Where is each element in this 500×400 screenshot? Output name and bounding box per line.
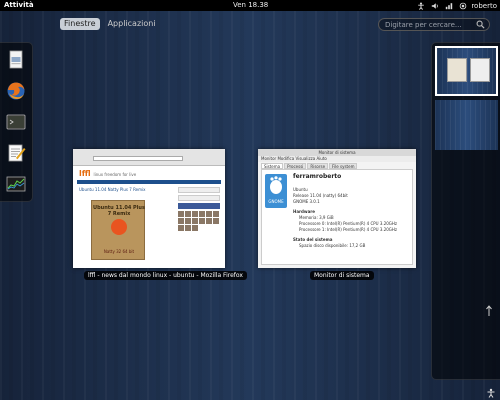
sm-hostname: ferramroberto [293,173,342,180]
user-icon[interactable] [459,2,467,10]
search-icon [476,20,485,29]
firefox-icon [7,82,25,100]
sm-line: GNOME 3.0.1 [293,199,320,204]
gnome-logo-label: GNOME [268,199,284,204]
dash-item-text-editor[interactable] [5,142,27,164]
dash-item-system-monitor[interactable] [5,173,27,195]
tab-windows[interactable]: Finestre [60,18,100,30]
username-label[interactable]: roberto [471,2,497,10]
post-title: Ubuntu 11.04 Natty Plus 7 Remix [79,187,146,192]
window-system-monitor[interactable]: Monitor di sistema Monitor Modifica Visu… [258,149,416,268]
poster-title: Ubuntu 11.04 Plus 7 Remix [93,205,145,217]
post-image: Ubuntu 11.04 Plus 7 Remix Natty 32 64 bi… [91,200,145,260]
network-icon[interactable] [445,2,453,10]
sm-menubar: Monitor Modifica Visualizza Aiuto [258,156,416,162]
search-placeholder: Digitare per cercare... [385,20,462,29]
message-tray-icon[interactable] [486,388,496,398]
window-caption-firefox[interactable]: lffl - news dal mondo linux - ubuntu - M… [84,271,247,280]
files-icon [9,50,23,69]
volume-icon[interactable] [431,2,439,10]
text-editor-icon [8,144,26,162]
top-panel: Attività Ven 18.38 roberto [0,0,500,11]
terminal-icon [6,114,26,130]
site-banner: lffl linux freedom for live [79,169,137,178]
dash-item-terminal[interactable] [5,111,27,133]
accessibility-icon[interactable] [417,2,425,10]
site-sidebar [178,187,220,265]
sm-line: Memoria: 3,9 GiB [299,215,334,220]
sm-system-info: GNOME ferramroberto Ubuntu Release 11.04… [261,169,413,265]
sm-section-heading: Stato del sistema [293,237,333,242]
sm-titlebar: Monitor di sistema [258,149,416,156]
window-firefox[interactable]: lffl linux freedom for live Ubuntu 11.04… [73,149,225,268]
dash-item-firefox[interactable] [5,80,27,102]
window-caption-system-monitor[interactable]: Monitor di sistema [310,271,374,280]
activities-button[interactable]: Attività [4,1,34,9]
web-page: lffl linux freedom for live Ubuntu 11.04… [73,166,225,268]
site-navbar [77,180,221,184]
gnome-logo-icon: GNOME [265,174,287,208]
system-monitor-icon [6,176,26,192]
dash [0,42,33,202]
overview-tabs: Finestre Applicazioni [60,18,160,30]
sm-line: Processore 1: Intel(R) Pentium(R) 4 CPU … [299,227,397,232]
browser-url-bar [93,156,183,161]
workspace-1[interactable] [435,46,498,96]
clock[interactable]: Ven 18.38 [233,1,268,9]
workspace-mini-window [470,58,490,82]
sm-line: Processore 0: Intel(R) Pentium(R) 4 CPU … [299,221,397,226]
workspace-mini-window [447,58,467,82]
dash-item-files[interactable] [5,49,27,71]
workspace-2[interactable] [435,100,498,150]
sm-line: Ubuntu [293,187,308,192]
site-tagline: linux freedom for live [93,172,137,177]
workspace-switcher [431,42,500,380]
sm-line: Release 11.04 (natty) 64bit [293,193,348,198]
search-input[interactable]: Digitare per cercare... [378,18,490,31]
site-name: lffl [79,169,91,178]
sm-line: Spazio disco disponibile: 17,2 GB [299,243,366,248]
ubuntu-logo-icon [111,219,127,235]
tab-applications[interactable]: Applicazioni [104,18,160,30]
sm-section-heading: Hardware [293,209,315,214]
workspace-indicator-icon[interactable] [485,305,493,317]
poster-subtitle: Natty 32 64 bit [103,249,135,254]
system-tray: roberto [417,0,497,11]
